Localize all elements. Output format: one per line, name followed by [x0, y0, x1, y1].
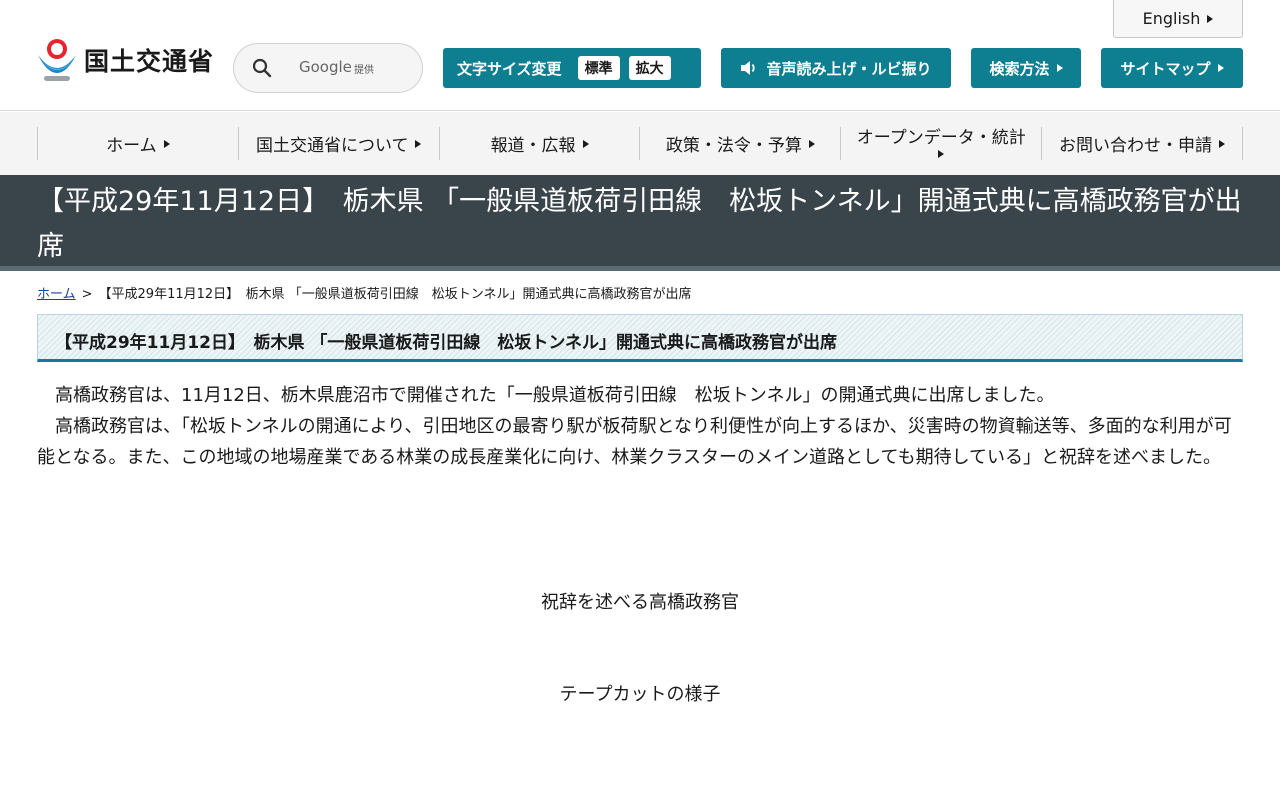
arrow-right-icon — [1219, 139, 1226, 148]
article-body: 高橋政務官は、11月12日、栃木県鹿沼市で開催された「一般県道板荷引田線 松坂ト… — [37, 380, 1243, 473]
page-title-bar: 【平成29年11月12日】 栃木県 「一般県道板荷引田線 松坂トンネル」開通式典… — [0, 175, 1280, 271]
breadcrumb-separator: > — [81, 287, 93, 302]
arrow-right-icon — [1207, 14, 1214, 23]
sitemap-button[interactable]: サイトマップ — [1101, 48, 1243, 88]
arrow-right-icon — [808, 139, 815, 148]
article-paragraph: 高橋政務官は、「松坂トンネルの開通により、引田地区の最寄り駅が板荷駅となり利便性… — [37, 416, 1232, 468]
english-link[interactable]: English — [1113, 0, 1243, 38]
logo-text: 国土交通省 — [84, 47, 215, 76]
sitemap-label: サイトマップ — [1120, 60, 1211, 78]
photo-caption: テープカットの様子 — [559, 684, 721, 705]
breadcrumb: ホーム > 【平成29年11月12日】 栃木県 「一般県道板荷引田線 松坂トンネル」… — [37, 283, 692, 302]
font-size-label: 文字サイズ変更 — [457, 59, 562, 78]
nav-item-label: オープンデータ・統計 — [856, 127, 1026, 148]
search-icon[interactable] — [252, 58, 272, 78]
global-nav: ホーム 国土交通省について 報道・広報 政策・法令・予算 オープンデータ・統計 … — [0, 112, 1280, 175]
breadcrumb-current: 【平成29年11月12日】 栃木県 「一般県道板荷引田線 松坂トンネル」開通式典… — [98, 287, 692, 302]
nav-item-label: ホーム — [106, 136, 157, 156]
photo-caption: 祝辞を述べる高橋政務官 — [541, 592, 739, 613]
search-howto-label: 検索方法 — [989, 60, 1050, 78]
font-size-control: 文字サイズ変更 標準 拡大 — [443, 48, 701, 88]
nav-item-press[interactable]: 報道・広報 — [440, 127, 641, 160]
english-label: English — [1142, 9, 1201, 28]
site-logo[interactable]: 国土交通省 — [37, 37, 214, 83]
site-search[interactable]: Google 提供 — [233, 43, 423, 93]
arrow-right-icon — [1217, 64, 1224, 72]
site-header: English 国土交通省 Google 提供 文字サイズ変更 標準 拡大 音声… — [0, 0, 1280, 111]
nav-item-about[interactable]: 国土交通省について — [239, 127, 440, 160]
speaker-icon — [741, 61, 756, 75]
nav-item-label: 報道・広報 — [490, 136, 576, 156]
page-title: 【平成29年11月12日】 栃木県 「一般県道板荷引田線 松坂トンネル」開通式典… — [37, 186, 1242, 262]
nav-item-label: 国土交通省について — [255, 136, 409, 156]
article-heading: 【平成29年11月12日】 栃木県 「一般県道板荷引田線 松坂トンネル」開通式典… — [55, 333, 838, 353]
voice-ruby-button[interactable]: 音声読み上げ・ルビ振り — [721, 48, 951, 88]
article-paragraph: 高橋政務官は、11月12日、栃木県鹿沼市で開催された「一般県道板荷引田線 松坂ト… — [55, 385, 1055, 406]
voice-ruby-label: 音声読み上げ・ルビ振り — [766, 60, 932, 78]
search-howto-button[interactable]: 検索方法 — [971, 48, 1081, 88]
arrow-right-icon — [163, 139, 170, 148]
article-heading-box: 【平成29年11月12日】 栃木県 「一般県道板荷引田線 松坂トンネル」開通式典… — [37, 314, 1243, 362]
breadcrumb-home-link[interactable]: ホーム — [37, 287, 76, 302]
arrow-right-icon — [1056, 64, 1063, 72]
arrow-right-icon — [415, 139, 422, 148]
nav-item-home[interactable]: ホーム — [38, 127, 239, 160]
font-size-standard-button[interactable]: 標準 — [577, 56, 620, 80]
nav-item-contact[interactable]: お問い合わせ・申請 — [1042, 127, 1243, 160]
arrow-right-icon — [938, 150, 945, 159]
nav-item-opendata[interactable]: オープンデータ・統計 — [841, 127, 1043, 160]
arrow-right-icon — [582, 139, 589, 148]
mlit-logo-icon — [38, 39, 76, 81]
search-provided-label: 提供 — [354, 65, 374, 76]
font-size-large-button[interactable]: 拡大 — [628, 56, 671, 80]
nav-item-policy[interactable]: 政策・法令・予算 — [640, 127, 842, 160]
nav-item-label: お問い合わせ・申請 — [1059, 136, 1213, 156]
nav-item-label: 政策・法令・予算 — [665, 136, 802, 156]
search-provider-label: Google — [299, 58, 352, 76]
